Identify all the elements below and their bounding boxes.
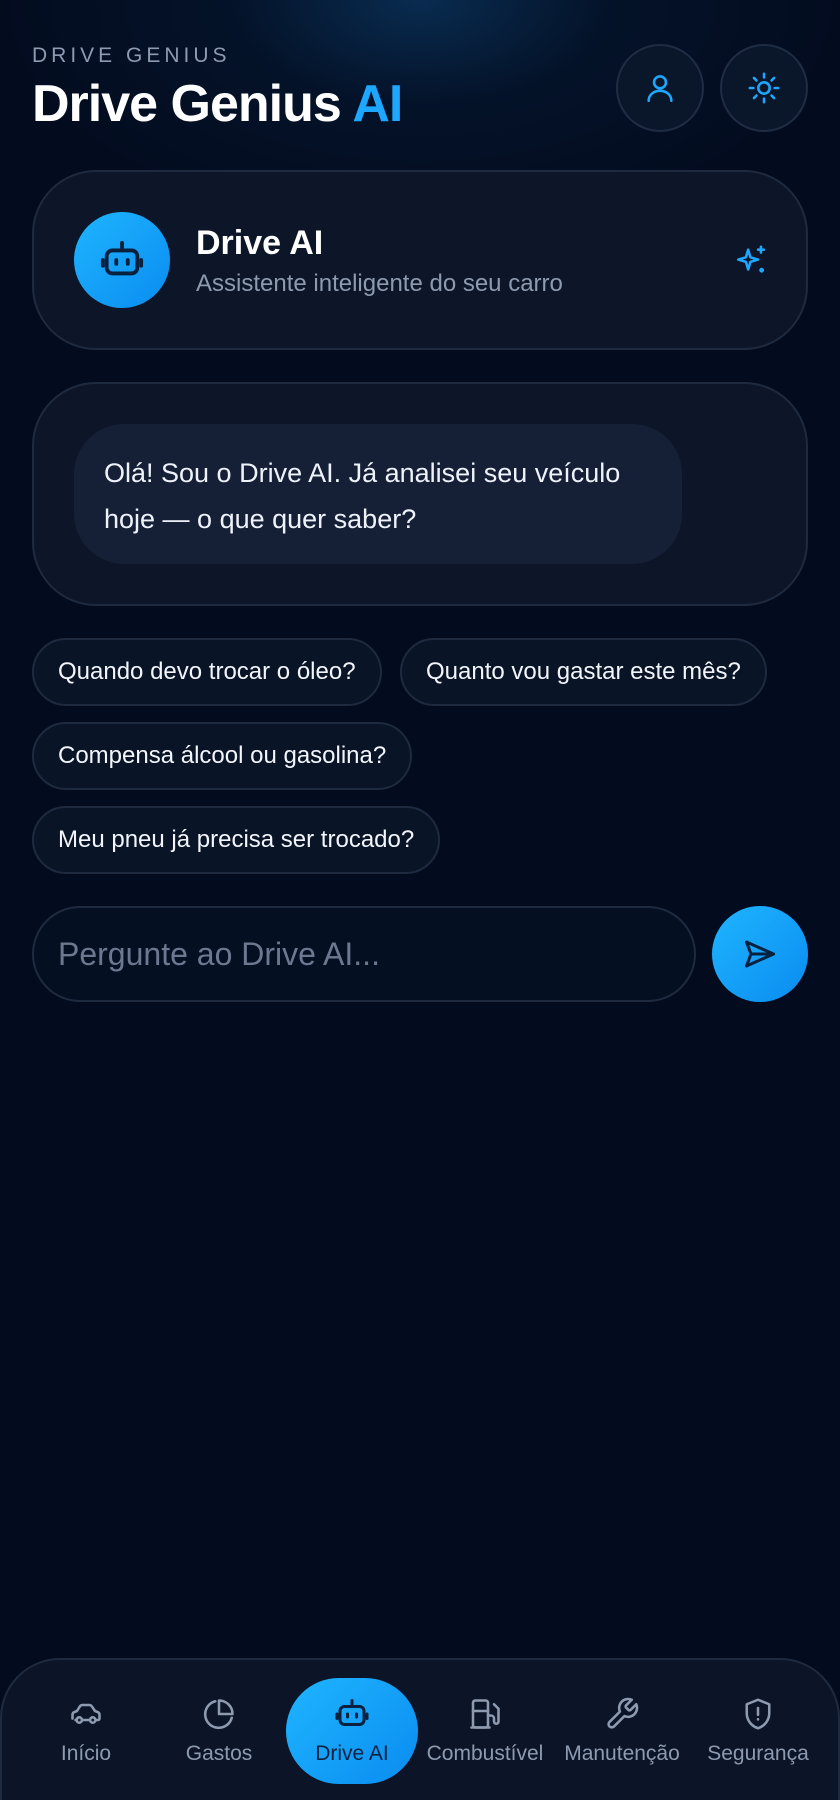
message-input-container [32, 906, 696, 1002]
nav-item-combustivel[interactable]: Combustível [419, 1678, 551, 1784]
nav-item-drive-ai[interactable]: Drive AI [286, 1678, 418, 1784]
nav-item-inicio[interactable]: Início [20, 1678, 152, 1784]
sun-icon [748, 72, 780, 104]
assistant-avatar [74, 212, 170, 308]
fuel-pump-icon [470, 1699, 500, 1729]
suggestion-chip-oil[interactable]: Quando devo trocar o óleo? [32, 638, 382, 706]
nav-label-drive-ai: Drive AI [315, 1742, 389, 1765]
bottom-navigation: Início Gastos Drive AI Combustível Manut… [0, 1658, 840, 1800]
suggestion-chip-tire[interactable]: Meu pneu já precisa ser trocado? [32, 806, 441, 874]
suggestion-chip-fuel[interactable]: Compensa álcool ou gasolina? [32, 722, 413, 790]
nav-label-gastos: Gastos [185, 1742, 253, 1765]
car-icon [71, 1703, 101, 1724]
nav-item-manutencao[interactable]: Manutenção [556, 1678, 688, 1784]
wrench-icon [607, 1697, 639, 1729]
send-icon [745, 940, 775, 968]
nav-label-combustivel: Combustível [426, 1742, 544, 1765]
theme-toggle-button[interactable] [720, 44, 808, 132]
suggestion-chip-spending[interactable]: Quanto vou gastar este mês? [400, 638, 767, 706]
page-title-main: Drive Genius [32, 75, 342, 133]
nav-label-inicio: Início [60, 1742, 112, 1765]
nav-label-manutencao: Manutenção [564, 1742, 680, 1765]
pie-chart-icon [203, 1699, 234, 1730]
profile-button[interactable] [616, 44, 704, 132]
assistant-message: Olá! Sou o Drive AI. Já analisei seu veí… [74, 424, 682, 564]
send-button[interactable] [712, 906, 808, 1002]
assistant-name: Drive AI [196, 224, 324, 262]
message-input[interactable] [34, 908, 694, 1000]
robot-icon [100, 240, 144, 276]
page-title: Drive Genius AI [32, 74, 403, 134]
chat-panel: Olá! Sou o Drive AI. Já analisei seu veí… [32, 382, 808, 606]
nav-label-seguranca: Segurança [707, 1742, 809, 1765]
brand-eyebrow: DRIVE GENIUS [32, 44, 231, 67]
user-icon [647, 75, 673, 103]
robot-icon [335, 1699, 369, 1726]
nav-item-gastos[interactable]: Gastos [153, 1678, 285, 1784]
app-header: DRIVE GENIUS Drive Genius AI [32, 40, 808, 140]
sparkle-icon [734, 244, 768, 283]
assistant-subtitle: Assistente inteligente do seu carro [196, 270, 563, 297]
page-title-accent: AI [352, 75, 403, 133]
assistant-card: Drive AI Assistente inteligente do seu c… [32, 170, 808, 350]
shield-alert-icon [745, 1698, 771, 1730]
nav-item-seguranca[interactable]: Segurança [692, 1678, 824, 1784]
drive-ai-screen: DRIVE GENIUS Drive Genius AI Drive AI As… [0, 0, 840, 1800]
